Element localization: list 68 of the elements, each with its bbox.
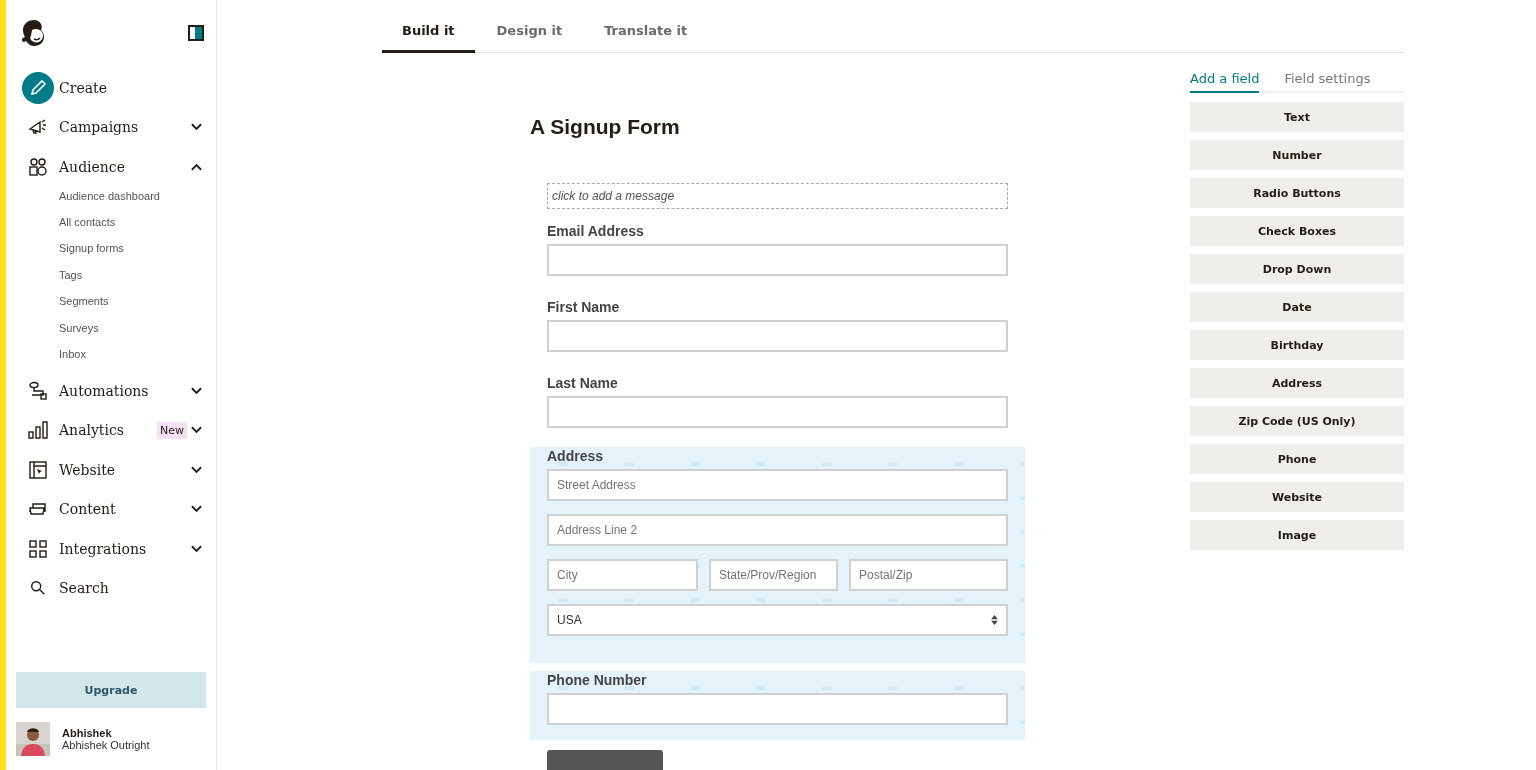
sidebar-toggle-icon[interactable] [188, 25, 204, 41]
field-type-button[interactable]: Date [1190, 292, 1404, 322]
nav-item[interactable]: Search [16, 568, 206, 609]
chevron-down-icon[interactable] [191, 505, 202, 514]
pencil-icon [21, 71, 54, 104]
field-type-button[interactable]: Image [1190, 520, 1404, 550]
nav-item[interactable]: Analytics New [16, 410, 206, 451]
new-badge: New [157, 422, 187, 439]
input-field[interactable]: Street Address [547, 469, 1008, 501]
field-type-button[interactable]: Radio Buttons [1190, 178, 1404, 208]
chevron-down-icon[interactable] [191, 387, 202, 395]
country-dropdown[interactable]: USA [547, 604, 1008, 636]
chevron-down-icon[interactable] [191, 545, 202, 553]
input-field[interactable]: Postal/Zip [849, 559, 1008, 591]
chevron-down-icon[interactable] [191, 426, 202, 435]
field-label: Last Name [547, 375, 618, 391]
nav-subitem[interactable]: All contacts [59, 208, 206, 236]
account-name: Abhishek Outright [62, 739, 150, 751]
nav-item[interactable]: Website [16, 450, 206, 490]
user-name: Abhishek [62, 727, 113, 739]
field-label: First Name [547, 299, 620, 315]
field-type-button[interactable]: Website [1190, 482, 1404, 512]
field-type-button[interactable]: Birthday [1190, 330, 1404, 360]
tab[interactable]: Field settings [1284, 67, 1371, 93]
nav-item[interactable]: Campaigns [16, 107, 206, 147]
nav-subitem[interactable]: Surveys [59, 314, 206, 341]
field-type-button[interactable]: Text [1190, 102, 1404, 132]
nav-item[interactable]: Create [16, 68, 206, 108]
tab[interactable]: Add a field [1190, 67, 1260, 93]
field-label: Email Address [547, 223, 644, 239]
field-type-button[interactable]: Check Boxes [1190, 216, 1404, 246]
input-field[interactable]: City [547, 559, 698, 591]
input-field[interactable] [547, 320, 1008, 352]
nav-item[interactable]: Integrations [16, 529, 206, 569]
search-icon [28, 579, 47, 598]
input-field[interactable]: State/Prov/Region [709, 559, 838, 591]
browser-window-icon [27, 460, 48, 480]
input-field[interactable]: Address Line 2 [547, 514, 1008, 546]
chevron-down-icon[interactable] [191, 466, 202, 474]
tab[interactable]: Design it [476, 23, 583, 53]
field-label: Phone Number [547, 672, 647, 688]
input-field[interactable] [547, 244, 1008, 276]
input-field[interactable] [547, 396, 1008, 428]
field-type-button[interactable]: Zip Code (US Only) [1190, 406, 1404, 436]
tab[interactable]: Translate it [584, 23, 708, 53]
sort-arrows-icon [991, 615, 998, 625]
bar-chart-icon [27, 420, 48, 441]
field-type-button[interactable]: Drop Down [1190, 254, 1404, 284]
nav-subitem[interactable]: Segments [59, 288, 206, 315]
field-label: Address [547, 448, 604, 464]
form-title: A Signup Form [530, 115, 681, 139]
message-field[interactable]: click to add a message [547, 183, 1008, 209]
upgrade-button[interactable]: Upgrade [16, 672, 206, 708]
field-type-button[interactable]: Number [1190, 140, 1404, 170]
people-icon [27, 156, 48, 177]
field-type-button[interactable]: Phone [1190, 444, 1404, 474]
field-type-button[interactable]: Address [1190, 368, 1404, 398]
tab[interactable]: Build it [382, 23, 475, 53]
workflow-icon [27, 381, 48, 401]
nav-subitem[interactable]: Signup forms [59, 235, 206, 262]
chevron-up-icon[interactable] [191, 162, 202, 171]
nav-item[interactable]: Automations [16, 371, 206, 411]
nav-subitem[interactable]: Tags [59, 261, 206, 289]
grid-icon [27, 539, 48, 559]
chevron-down-icon[interactable] [191, 123, 202, 132]
nav-subitem[interactable]: Inbox [59, 340, 206, 368]
input-field[interactable] [547, 693, 1008, 725]
nav-item[interactable]: Content [16, 489, 206, 530]
